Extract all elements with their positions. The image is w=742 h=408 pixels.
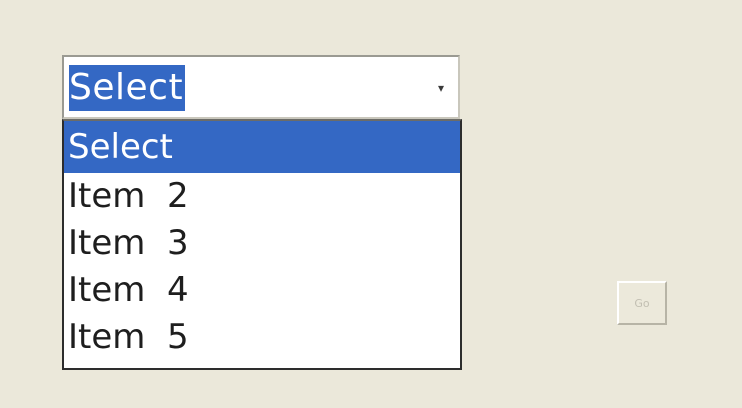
select-current-value: Select: [69, 65, 186, 111]
option-select[interactable]: Select: [64, 121, 460, 173]
option-item-3[interactable]: Item 3: [64, 220, 460, 267]
go-button[interactable]: Go: [617, 281, 667, 325]
form-area: Select ▾ Select Item 2 Item 3 Item 4 Ite…: [0, 0, 742, 408]
chevron-down-icon[interactable]: ▾: [428, 61, 454, 115]
option-item-5[interactable]: Item 5: [64, 314, 460, 361]
select-options-list: Select Item 2 Item 3 Item 4 Item 5: [62, 119, 462, 370]
option-item-2[interactable]: Item 2: [64, 173, 460, 220]
option-item-4[interactable]: Item 4: [64, 267, 460, 314]
item-select[interactable]: Select ▾: [62, 55, 460, 119]
